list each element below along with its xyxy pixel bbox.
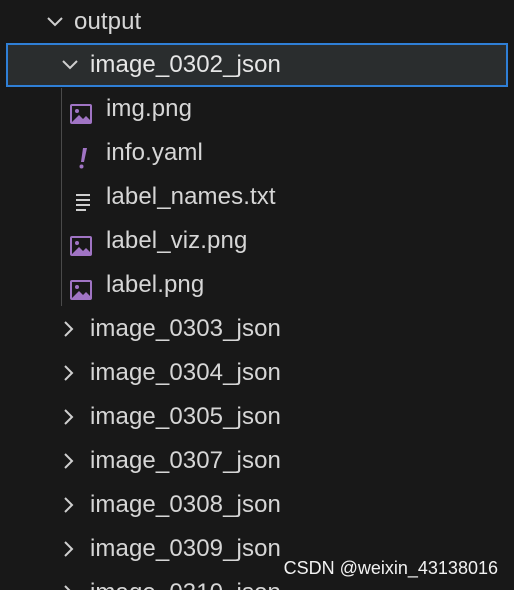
- image-icon: [69, 273, 93, 300]
- folder-label: image_0308_json: [90, 491, 281, 518]
- folder-label: image_0304_json: [90, 359, 281, 386]
- folder-image-0302-json[interactable]: image_0302_json: [6, 43, 508, 87]
- file-label-png[interactable]: label.png: [0, 263, 514, 307]
- file-label-names-txt[interactable]: label_names.txt: [0, 175, 514, 219]
- image-icon: [69, 229, 93, 256]
- folder-output[interactable]: output: [0, 0, 514, 44]
- folder-label: image_0302_json: [90, 51, 281, 78]
- file-info-yaml[interactable]: info.yaml: [0, 131, 514, 175]
- file-label-viz-png[interactable]: label_viz.png: [0, 219, 514, 263]
- file-explorer-tree: output image_0302_json img.png info.yaml: [0, 0, 514, 590]
- file-label: label_names.txt: [106, 183, 276, 210]
- folder-label: output: [74, 8, 142, 35]
- chevron-right-icon[interactable]: [58, 362, 80, 384]
- folder-label: image_0310_json: [90, 571, 281, 590]
- watermark: CSDN @weixin_43138016: [283, 558, 498, 578]
- chevron-right-icon[interactable]: [58, 582, 80, 590]
- folder-image-0307-json[interactable]: image_0307_json: [0, 439, 514, 483]
- folder-label: image_0305_json: [90, 403, 281, 430]
- folder-image-0303-json[interactable]: image_0303_json: [0, 307, 514, 351]
- file-label: info.yaml: [106, 139, 203, 166]
- chevron-right-icon[interactable]: [58, 450, 80, 472]
- folder-label: image_0309_json: [90, 535, 281, 562]
- chevron-down-icon[interactable]: [59, 54, 81, 76]
- yaml-exclamation-icon: [72, 141, 96, 169]
- chevron-right-icon[interactable]: [58, 318, 80, 340]
- file-label: label_viz.png: [106, 227, 248, 254]
- chevron-right-icon[interactable]: [58, 494, 80, 516]
- file-label: label.png: [106, 271, 205, 298]
- text-file-icon: [72, 185, 96, 211]
- chevron-right-icon[interactable]: [58, 406, 80, 428]
- chevron-right-icon[interactable]: [58, 538, 80, 560]
- folder-label: image_0303_json: [90, 315, 281, 342]
- folder-image-0305-json[interactable]: image_0305_json: [0, 395, 514, 439]
- chevron-down-icon[interactable]: [44, 11, 66, 33]
- image-icon: [69, 97, 93, 124]
- folder-image-0304-json[interactable]: image_0304_json: [0, 351, 514, 395]
- file-label: img.png: [106, 95, 193, 122]
- folder-label: image_0307_json: [90, 447, 281, 474]
- folder-image-0308-json[interactable]: image_0308_json: [0, 483, 514, 527]
- file-img-png[interactable]: img.png: [0, 87, 514, 131]
